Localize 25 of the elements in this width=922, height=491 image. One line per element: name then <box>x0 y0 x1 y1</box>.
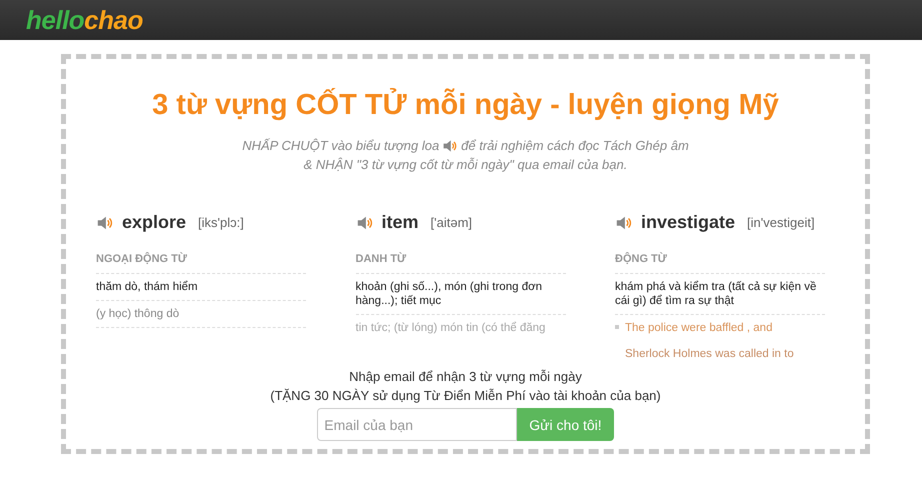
vocabulary-word: investigate <box>641 212 736 233</box>
email-field[interactable]: Email của bạn <box>317 408 518 441</box>
meaning-text: thăm dò, thám hiểm <box>96 274 306 301</box>
vocabulary-word: explore <box>122 212 186 233</box>
instruction-text: & NHẬN "3 từ vựng cốt từ mỗi ngày" qua email của bạn. <box>304 156 628 174</box>
vocabulary-word: item <box>382 212 419 233</box>
signup-text: Nhập email để nhận 3 từ vựng mỗi ngày <box>349 368 582 386</box>
phonetic-text: [in'vestigeit] <box>747 215 815 230</box>
example-sentence: Sherlock Holmes was called in to <box>624 347 795 362</box>
phonetic-text: [iks'plɔ:] <box>198 215 244 230</box>
example-sentence: The police were baffled , and <box>615 315 835 341</box>
logo[interactable]: hellochao <box>26 4 143 36</box>
part-of-speech: DANH TỪ <box>356 253 566 274</box>
meaning-text: khoản (ghi số...), món (ghi trong đơn hàng...); tiết mục <box>356 274 566 315</box>
page-title: 3 từ vựng CỐT TỬ mỗi ngày - luyện giọng Mỹ <box>152 89 779 122</box>
part-of-speech: ĐỘNG TỪ <box>615 253 825 274</box>
part-of-speech: NGOẠI ĐỘNG TỪ <box>96 253 306 274</box>
phonetic-text: ['aitəm] <box>430 215 472 230</box>
meaning-text: tin tức; (từ lóng) món tin (có thể đăng <box>356 320 546 336</box>
signup-text: (TẶNG 30 NGÀY sử dụng Từ Điển Miễn Phí vào tài khoản của bạn) <box>270 387 661 405</box>
meaning-text: (y học) thông dò <box>96 301 306 328</box>
meaning-text: khám phá và kiểm tra (tất cả sự kiện về cái gì) để tìm ra sự thật <box>615 274 825 315</box>
instruction-text: NHẤP CHUỘT vào biểu tượng loa <box>242 137 440 155</box>
instruction-text: để trải nghiệm cách đọc Tách Ghép âm <box>461 137 689 155</box>
speaker-icon[interactable] <box>442 138 458 154</box>
